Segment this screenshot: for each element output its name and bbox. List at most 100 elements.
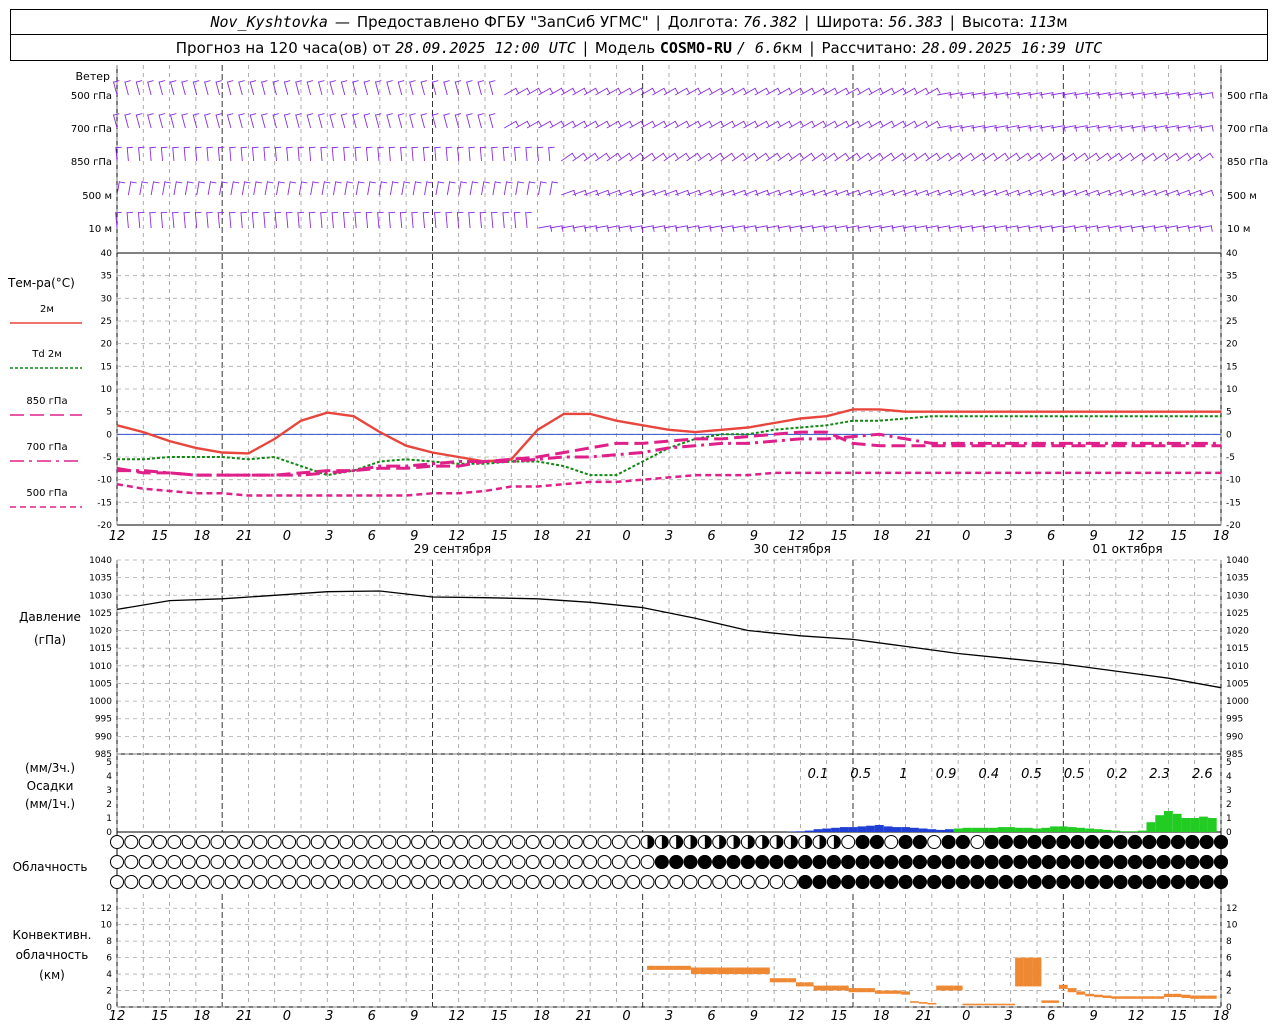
wind-barb-feather	[389, 211, 396, 214]
hour-label-mid: 21	[915, 529, 932, 544]
convective-bar	[1190, 995, 1200, 999]
precip-bar	[1146, 822, 1156, 832]
wind-barb	[183, 147, 186, 162]
wind-barb-feather	[1132, 92, 1134, 99]
wind-barb-feather	[970, 153, 975, 159]
wind-barb	[1062, 225, 1076, 229]
date-label: 29 сентября	[414, 542, 491, 556]
cloud-cover-fill	[1156, 835, 1171, 849]
precip-bar	[1129, 831, 1138, 832]
wind-barb-feather	[949, 92, 952, 99]
wind-barb	[468, 212, 471, 229]
convective-bar	[918, 1002, 928, 1004]
wind-barb-feather	[846, 225, 849, 232]
wind-barb-feather	[149, 146, 157, 149]
wind-barb-feather	[432, 80, 439, 83]
wind-barb-feather	[708, 153, 713, 159]
wind-barb-feather	[445, 211, 453, 214]
wind-barb	[477, 81, 482, 96]
cloud-cover-circle	[611, 875, 626, 889]
wind-barb-feather	[892, 190, 896, 197]
wind-barb-feather	[731, 153, 736, 159]
hour-label-bottom: 9	[750, 1009, 758, 1024]
wind-barb	[363, 114, 369, 129]
cloud-cover-circle	[554, 855, 569, 869]
cloud-cover-circle	[597, 855, 612, 869]
wind-barb-feather	[409, 113, 416, 116]
cloud-cover-half	[690, 835, 698, 849]
wind-level-label-right: 500 м	[1227, 191, 1257, 202]
cloud-cover-circle	[239, 855, 253, 869]
hour-label-bottom: 12	[448, 1009, 465, 1024]
wind-barb-feather	[1153, 225, 1156, 232]
wind-barb	[306, 114, 312, 129]
wind-barb-feather	[1188, 225, 1190, 232]
wind-barb	[135, 81, 141, 96]
convective-bar	[743, 967, 753, 975]
cloud-cover-fill	[841, 855, 856, 869]
hour-label-bottom: 18	[533, 1009, 550, 1024]
wind-barb-feather	[640, 153, 645, 159]
cloud-cover-half	[790, 835, 798, 849]
convective-bar	[1172, 993, 1182, 998]
wind-barb-feather	[857, 121, 861, 127]
wind-barb-feather	[755, 190, 759, 197]
cloud-cover-fill	[798, 855, 813, 869]
cloud-cover-circle	[626, 855, 641, 869]
wind-barb-feather	[936, 153, 941, 159]
convective-bar	[1164, 993, 1173, 998]
wind-barb-feather	[341, 113, 348, 116]
wind-barb-feather	[115, 146, 122, 149]
precip-bar	[1172, 813, 1182, 832]
hour-label-mid: 18	[873, 529, 890, 544]
wind-barb-feather	[301, 181, 308, 184]
wind-barb	[502, 212, 505, 229]
cloud-cover-circle	[167, 855, 182, 869]
wind-barb-feather	[113, 113, 120, 116]
wind-barb-feather	[743, 225, 746, 232]
wind-barb-feather	[949, 125, 952, 132]
wind-barb	[286, 212, 289, 229]
wind-barb-feather	[993, 153, 998, 159]
wind-barb	[310, 181, 314, 196]
cloud-cover-fill	[1171, 855, 1185, 869]
press-tick-right: 1040	[1226, 556, 1249, 566]
wind-barb-feather	[868, 88, 873, 94]
wind-barb-feather	[789, 190, 793, 197]
wind-barb	[172, 212, 175, 229]
wind-barb-feather	[1211, 190, 1215, 197]
convective-bar	[1067, 988, 1077, 993]
cloud-cover-fill	[1199, 835, 1214, 849]
wind-barb-feather	[994, 225, 997, 232]
wind-barb-feather	[366, 146, 373, 149]
wind-barb	[320, 147, 323, 162]
wind-barb	[263, 147, 266, 162]
cloud-cover-half	[661, 835, 669, 849]
convective-bar	[997, 1003, 1007, 1006]
wind-barb-feather	[320, 146, 327, 149]
precip-tick-left: 4	[106, 772, 112, 782]
wind-barb-feather	[765, 88, 770, 94]
wind-barb-feather	[183, 211, 191, 214]
cloud-cover-fill	[1142, 855, 1157, 869]
wind-barb-feather	[891, 88, 896, 94]
wind-barb-feather	[1096, 225, 1099, 232]
wind-barb-feather	[449, 181, 456, 184]
precip-total-label: 0.2	[1107, 767, 1128, 782]
wind-barb-feather	[890, 153, 895, 159]
wind-barb	[743, 225, 757, 229]
wind-barb-feather	[172, 146, 179, 149]
cloud-cover-circle	[196, 875, 210, 889]
cloud-cover-circle	[597, 875, 612, 889]
wind-barb-feather	[240, 211, 247, 214]
hour-label-mid: 6	[368, 529, 376, 544]
wind-barb-feather	[267, 181, 274, 184]
hour-label-bottom: 15	[1170, 1009, 1187, 1024]
wind-barb-feather	[868, 121, 873, 127]
cloud-cover-circle	[181, 875, 196, 889]
wind-barb	[1039, 225, 1053, 229]
cloud-cover-circle	[282, 855, 297, 869]
wind-barb-feather	[1143, 92, 1146, 99]
precip-bar	[874, 825, 884, 832]
cloud-cover-circle	[368, 855, 383, 869]
